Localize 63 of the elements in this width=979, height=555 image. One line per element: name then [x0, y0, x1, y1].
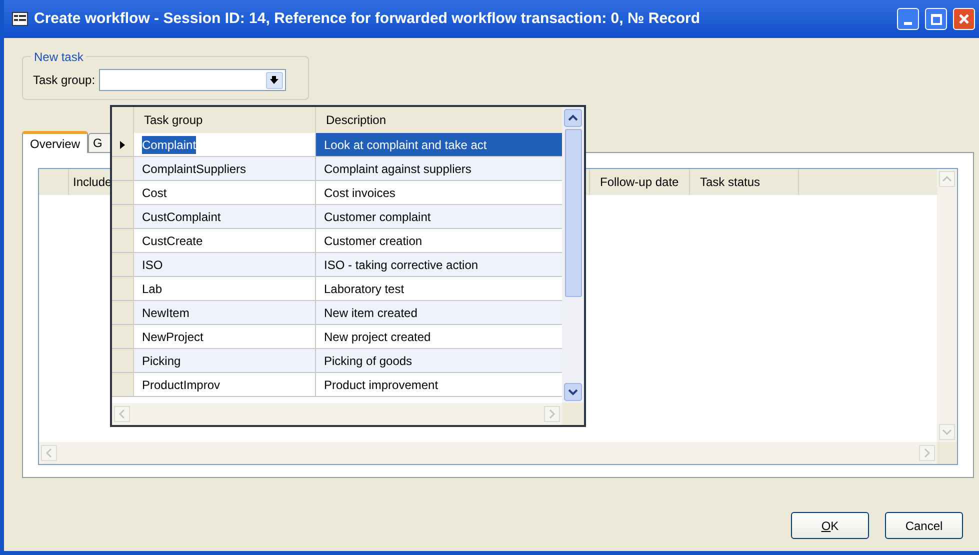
table-cell-text: Customer complaint [323, 208, 432, 226]
table-cell: Complaint [142, 136, 196, 154]
lookup-row[interactable]: NewProject New project created [112, 325, 562, 349]
vertical-scrollbar[interactable] [562, 107, 584, 403]
scroll-down-icon[interactable] [564, 383, 582, 401]
window-icon [12, 12, 28, 26]
close-button[interactable] [953, 8, 975, 30]
table-cell-text: NewItem [142, 304, 190, 322]
column-header: Include [73, 175, 112, 189]
table-cell-text: Cost [142, 184, 167, 202]
scroll-thumb[interactable] [564, 129, 582, 297]
ok-button[interactable]: OK [791, 512, 869, 539]
minimize-button[interactable] [897, 8, 919, 30]
cancel-button[interactable]: Cancel [885, 512, 963, 539]
lookup-row[interactable]: CustCreate Customer creation [112, 229, 562, 253]
column-header: Task status [700, 174, 760, 191]
column-header: Task group [144, 112, 203, 129]
scroll-right-icon[interactable] [919, 445, 935, 461]
lookup-row[interactable]: ISO ISO - taking corrective action [112, 253, 562, 277]
column-header: Follow-up date [600, 174, 679, 191]
table-cell-text: New item created [323, 304, 418, 322]
maximize-button[interactable] [925, 8, 947, 30]
lookup-row[interactable]: ProductImprov Product improvement [112, 373, 562, 397]
tab[interactable]: Overview [22, 131, 88, 153]
horizontal-scrollbar[interactable] [39, 442, 937, 464]
lookup-row[interactable]: Cost Cost invoices [112, 181, 562, 205]
column-header: Description [326, 112, 386, 129]
lookup-row[interactable]: NewItem New item created [112, 301, 562, 325]
scroll-left-icon[interactable] [41, 445, 57, 461]
table-cell-text: NewProject [142, 328, 204, 346]
table-cell-text: ISO - taking corrective action [323, 256, 480, 274]
window-title: Create workflow - Session ID: 14, Reference for forwarded workflow transaction: 0, № Record [34, 8, 700, 29]
table-cell-text: ISO [142, 256, 163, 274]
lookup-row[interactable]: Complaint Look at complaint and take act [112, 133, 562, 157]
lookup-row[interactable]: ComplaintSuppliers Complaint against suppliers [112, 157, 562, 181]
table-cell: Look at complaint and take act [316, 133, 562, 156]
table-cell-text: Complaint against suppliers [323, 160, 472, 178]
table-cell-text: Customer creation [323, 232, 424, 250]
table-cell-text: New project created [323, 328, 432, 346]
scrollbar-corner [937, 442, 957, 464]
table-cell-text: ProductImprov [142, 376, 220, 394]
lookup-row[interactable]: Lab Laboratory test [112, 277, 562, 301]
lookup-button[interactable] [266, 72, 284, 88]
task-group-field[interactable] [99, 69, 286, 91]
arrow-icon [270, 75, 280, 85]
lookup-row[interactable]: Picking Picking of goods [112, 349, 562, 373]
table-cell-text: CustComplaint [142, 208, 221, 226]
table-cell-text: CustCreate [142, 232, 203, 250]
scroll-left-icon[interactable] [114, 406, 130, 422]
table-cell-text: Picking [142, 352, 181, 370]
table-cell-text: Product improvement [323, 376, 440, 394]
table-cell-text: ComplaintSuppliers [142, 160, 246, 178]
table-cell-text: Cost invoices [323, 184, 396, 202]
scrollbar-corner [562, 403, 584, 425]
table-cell-text: Picking of goods [323, 352, 414, 370]
field-label: Task group: [33, 72, 96, 89]
lookup-row[interactable]: CustComplaint Customer complaint [112, 205, 562, 229]
scroll-up-icon[interactable] [564, 109, 582, 127]
table-cell-text: Laboratory test [323, 280, 406, 298]
close-icon [958, 13, 970, 25]
scroll-right-icon[interactable] [544, 406, 560, 422]
table-cell-text: Lab [142, 280, 162, 298]
horizontal-scrollbar[interactable] [112, 403, 562, 425]
